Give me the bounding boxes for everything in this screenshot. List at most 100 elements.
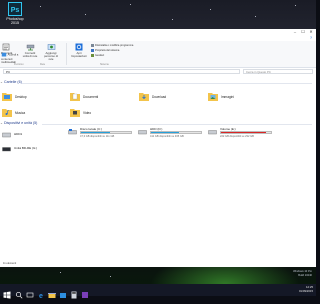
drive-usage-fill	[221, 132, 266, 133]
folders-section-header[interactable]: ⌄ Cartelle (6)	[0, 80, 22, 85]
manage-icon	[91, 54, 94, 57]
uninstall-button[interactable]: Disinstalla o modifica programma	[91, 44, 133, 47]
file-explorer-button[interactable]	[48, 286, 56, 298]
drive-usage-fill	[81, 132, 110, 133]
task-view-icon	[26, 292, 34, 298]
system-tray-clock[interactable]: 12:25 01/09/2015	[299, 285, 313, 293]
desktop-icon-label: Photoshop 2015	[6, 17, 24, 26]
add-network-location-icon	[47, 44, 55, 50]
app-button[interactable]	[81, 286, 89, 298]
start-button[interactable]	[3, 286, 11, 299]
divider	[42, 124, 312, 125]
group-label-location: Percorso	[14, 63, 24, 66]
drive-usage-bar	[80, 131, 132, 134]
store-icon	[60, 293, 66, 298]
group-label-network: Rete	[40, 63, 46, 66]
star	[40, 6, 41, 7]
uninstall-icon	[91, 44, 94, 47]
ribbon: Proprietà Accedi a contenuti multimedial…	[0, 41, 316, 68]
network-drive-icon	[26, 44, 34, 51]
desktop-icon-photoshop[interactable]: Ps Photoshop 2015	[2, 2, 28, 32]
photoshop-icon: Ps	[8, 2, 22, 16]
folder-label: Download	[152, 95, 167, 99]
system-drive-icon	[68, 129, 77, 135]
edge-icon: e	[39, 293, 43, 300]
uninstall-label: Disinstalla o modifica programma	[95, 44, 134, 48]
status-bar: 11 elementi	[0, 261, 316, 267]
chevron-down-icon: ⌄	[0, 80, 4, 84]
system-properties-label: Proprietà del sistema	[95, 49, 120, 53]
drive-usage-bar	[220, 131, 272, 134]
star	[130, 4, 131, 5]
downloads-folder-icon	[139, 93, 149, 101]
system-properties-button[interactable]: Proprietà del sistema	[91, 49, 119, 52]
star	[60, 272, 61, 273]
drives-section-header[interactable]: ⌄ Dispositivi e unità (5)	[0, 121, 37, 126]
divider	[22, 83, 312, 84]
search-button[interactable]	[15, 286, 23, 299]
drive-usage-bar	[150, 131, 202, 134]
sysinfo-line: Build 10240	[298, 273, 312, 277]
address-bar[interactable]: PC	[3, 68, 240, 74]
folder-label: Musica	[15, 111, 26, 115]
search-input[interactable]: Cerca in Questo PC	[243, 68, 313, 74]
store-button[interactable]	[59, 286, 67, 298]
documents-folder-icon	[70, 93, 80, 101]
star	[295, 5, 296, 6]
explorer-window: – ☐ ✕ ? Proprietà Accedi a contenuti mul…	[0, 29, 316, 267]
manage-label: Gestisci	[95, 54, 105, 58]
system-info: Windows 10 Pro Build 10240	[293, 270, 312, 277]
network-drive-button[interactable]: Connetti unità di rete	[22, 43, 38, 58]
add-network-location-button[interactable]: Aggiungi percorso di rete	[42, 43, 60, 62]
drive-free-space: 411 GB disponibili su 465 GB	[150, 135, 184, 138]
open-settings-label: Apri Impostazioni	[71, 51, 87, 59]
network-drive-label: Connetti unità di rete	[22, 51, 38, 59]
start-icon	[3, 291, 11, 299]
properties-icon	[2, 43, 10, 51]
taskbar: e 12:25 01/09/2015	[0, 284, 316, 300]
folder-label: Video	[83, 111, 92, 115]
star	[172, 19, 173, 20]
calculator-icon	[71, 291, 77, 299]
system-properties-icon	[91, 49, 94, 52]
hard-drive-icon	[138, 130, 147, 135]
star	[85, 14, 86, 15]
usb-drive-icon	[2, 132, 11, 138]
folder-label: Desktop	[15, 95, 27, 99]
ribbon-separator	[66, 43, 67, 65]
drive-name: HDD1	[14, 132, 23, 136]
edge-button[interactable]: e	[37, 286, 45, 300]
address-area: PC Cerca in Questo PC	[0, 68, 316, 74]
drive-usage-fill	[151, 132, 179, 133]
breadcrumb: PC	[6, 69, 11, 74]
manage-button[interactable]: Gestisci	[91, 54, 104, 57]
open-settings-button[interactable]: Apri Impostazioni	[70, 43, 88, 58]
drive-free-space: 47,3 GB disponibili su 111 GB	[80, 135, 115, 138]
add-network-location-label: Aggiungi percorso di rete	[44, 51, 58, 62]
task-view-button[interactable]	[26, 286, 34, 298]
calculator-button[interactable]	[70, 286, 78, 299]
star	[110, 276, 111, 277]
desktop-folder-icon	[2, 93, 12, 101]
drives-header-label: Dispositivi e unità (5)	[4, 121, 38, 125]
sysinfo-line: Windows 10 Pro	[293, 270, 312, 273]
drive-name: Unità BD-RE (G:)	[14, 146, 38, 150]
app-icon	[82, 292, 88, 298]
settings-icon	[75, 43, 83, 51]
svg-text:e: e	[39, 293, 43, 299]
videos-folder-icon	[70, 109, 80, 117]
hard-drive-icon	[208, 130, 217, 135]
pictures-folder-icon	[208, 93, 218, 101]
star	[255, 16, 256, 17]
search-placeholder: Cerca in Questo PC	[246, 69, 271, 74]
chevron-down-icon: ⌄	[0, 121, 4, 125]
folder-label: Documenti	[83, 95, 99, 99]
search-icon	[15, 291, 23, 299]
music-folder-icon	[2, 109, 12, 117]
item-count: 11 elementi	[3, 262, 17, 265]
svg-text:Ps: Ps	[11, 7, 20, 14]
active-indicator	[48, 293, 56, 294]
clock-date: 01/09/2015	[299, 289, 313, 293]
folder-label: Immagini	[221, 95, 234, 99]
group-label-system: Sistema	[100, 63, 109, 66]
